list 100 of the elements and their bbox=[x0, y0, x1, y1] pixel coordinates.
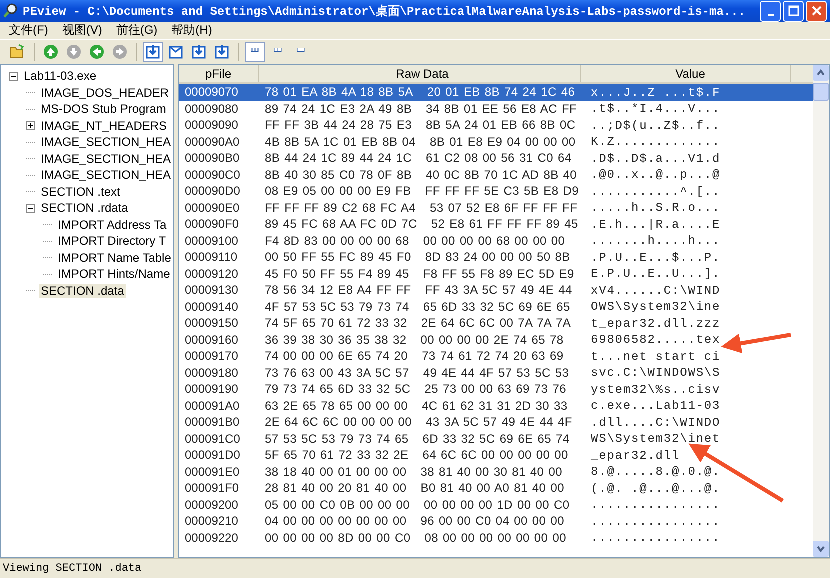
tree-item[interactable]: IMAGE_SECTION_HEA bbox=[39, 135, 173, 150]
value-cell: c.exe...Lab11-03 bbox=[591, 399, 721, 414]
maximize-icon bbox=[788, 5, 800, 17]
hex-cell: 89 74 24 1C E3 2A 49 8B bbox=[265, 102, 412, 116]
offset-cell-text: 00009160 bbox=[184, 332, 240, 347]
hex-cell: 38 81 40 00 30 81 40 00 bbox=[420, 464, 562, 479]
menu-item[interactable]: 视图(V) bbox=[57, 22, 108, 39]
close-button[interactable] bbox=[806, 0, 827, 22]
offset-cell-text: 000091B0 bbox=[184, 415, 241, 430]
hex-cell: 4F 57 53 5C 53 79 73 74 bbox=[265, 300, 410, 314]
hex-cell: 43 3A 5C 57 49 4E 44 4F bbox=[426, 415, 572, 430]
scroll-down-button[interactable] bbox=[813, 541, 829, 557]
value-cell: K.Z............. bbox=[591, 135, 721, 150]
column-header[interactable]: Value bbox=[581, 65, 791, 82]
value-cell: ................ bbox=[591, 531, 721, 546]
arrow-down-icon bbox=[66, 44, 82, 60]
toolbar-button[interactable] bbox=[41, 42, 61, 62]
hex-cell: 08 00 00 00 00 00 00 00 bbox=[424, 530, 566, 545]
expand-icon[interactable] bbox=[26, 121, 35, 130]
value-cell: t_epar32.dll.zzz bbox=[591, 316, 721, 331]
offset-cell-text: 00009190 bbox=[184, 382, 240, 396]
hex-cell: 64 6C 6C 00 00 00 00 00 bbox=[422, 448, 568, 462]
offset-cell-text: 00009090 bbox=[184, 118, 240, 132]
offset-cell-text: 000090E0 bbox=[184, 200, 241, 215]
tree-item[interactable]: IMPORT Name Table bbox=[56, 250, 173, 265]
toolbar-button[interactable] bbox=[245, 42, 265, 62]
status-text: Viewing SECTION .data bbox=[3, 562, 142, 574]
hex-cell: 8B 01 E8 E9 04 00 00 00 bbox=[430, 134, 576, 149]
offset-cell-text: 00009130 bbox=[184, 283, 240, 298]
offset-cell-text: 000091C0 bbox=[184, 432, 242, 446]
hex-cell: 2E 64 6C 6C 00 00 00 00 bbox=[265, 415, 412, 430]
hex-cell: 00 00 00 00 8D 00 00 C0 bbox=[265, 530, 411, 545]
offset-cell-text: 000091D0 bbox=[184, 448, 242, 462]
hex-cell: 61 C2 08 00 56 31 C0 64 bbox=[426, 151, 572, 166]
offset-cell-text: 000090C0 bbox=[184, 168, 242, 182]
magnifier-icon bbox=[3, 3, 19, 19]
tree-item[interactable]: SECTION .rdata bbox=[39, 201, 130, 216]
hex-cell: 36 39 38 30 36 35 38 32 bbox=[265, 332, 407, 347]
tree-item[interactable]: MS-DOS Stub Program bbox=[39, 102, 168, 116]
hex-cell: 25 73 00 00 63 69 73 76 bbox=[424, 382, 566, 396]
hex-cell: 38 18 40 00 01 00 00 00 bbox=[265, 464, 407, 479]
hex-cell: F8 FF 55 F8 89 EC 5D E9 bbox=[423, 266, 574, 281]
folder-icon bbox=[10, 44, 26, 60]
value-cell: .t$..*I.4...V... bbox=[591, 102, 721, 116]
hex-cell: 8D 83 24 00 00 00 50 8B bbox=[425, 250, 570, 264]
offset-cell-text: 000090D0 bbox=[184, 184, 242, 198]
maximize-button[interactable] bbox=[783, 0, 804, 22]
hex-cell: 00 50 FF 55 FC 89 45 F0 bbox=[265, 250, 412, 264]
minimize-button[interactable] bbox=[760, 0, 781, 22]
value-cell: svc.C:\WINDOWS\S bbox=[591, 366, 721, 380]
tree-item[interactable]: IMAGE_SECTION_HEA bbox=[39, 152, 173, 166]
hex-cell: 57 53 5C 53 79 73 74 65 bbox=[265, 432, 409, 446]
menu-item[interactable]: 帮助(H) bbox=[166, 22, 218, 39]
tree-item[interactable]: IMPORT Address Ta bbox=[56, 218, 169, 232]
scroll-up-button[interactable] bbox=[813, 65, 829, 81]
value-cell: ................ bbox=[591, 498, 721, 512]
tree-item[interactable]: IMAGE_SECTION_HEA bbox=[39, 168, 173, 182]
hex-cell: 4C 61 62 31 31 2D 30 33 bbox=[422, 398, 568, 413]
column-header[interactable]: pFile bbox=[179, 65, 259, 82]
menu-item[interactable]: 前往(G) bbox=[111, 22, 163, 39]
toolbar-button[interactable] bbox=[87, 42, 107, 62]
tree-item[interactable]: SECTION .text bbox=[39, 184, 122, 199]
column-header[interactable]: Raw Data bbox=[259, 65, 581, 82]
hex-cell: 53 07 52 E8 6F FF FF FF bbox=[430, 200, 578, 215]
tree-item[interactable]: Lab11-03.exe bbox=[22, 69, 99, 84]
hex-cell: F4 8D 83 00 00 00 00 68 bbox=[265, 234, 410, 248]
collapse-icon[interactable] bbox=[9, 72, 18, 81]
value-cell: ................ bbox=[591, 514, 721, 529]
value-cell: t...net start ci bbox=[591, 350, 721, 364]
chevron-down-icon bbox=[816, 544, 826, 554]
arrow-forward-icon bbox=[112, 44, 128, 60]
tree-item[interactable]: SECTION .data bbox=[39, 284, 126, 298]
offset-cell-text: 00009220 bbox=[184, 530, 240, 545]
value-cell: ...........^.[.. bbox=[591, 184, 721, 199]
tree-item[interactable]: IMAGE_NT_HEADERS bbox=[39, 118, 170, 133]
chevron-up-icon bbox=[816, 68, 826, 78]
hex-cell: 8B 40 30 85 C0 78 0F 8B bbox=[265, 168, 412, 182]
menu-item[interactable]: 文件(F) bbox=[4, 22, 54, 39]
tree-item[interactable]: IMPORT Directory T bbox=[56, 234, 168, 248]
tree-item[interactable]: IMPORT Hints/Name bbox=[56, 267, 172, 282]
selected-row[interactable]: 00009070 78 01 EA 8B 4A 18 8B 5A 20 01 EB 8B 74 24 1C 46 x...J..Z ...t$.F bbox=[179, 84, 813, 100]
hex-cell: FF 43 3A 5C 57 49 4E 44 bbox=[425, 283, 572, 298]
close-icon bbox=[810, 5, 822, 17]
value-cell: .P.U..E...$...P. bbox=[591, 250, 721, 265]
offset-cell-text: 00009170 bbox=[184, 349, 240, 364]
value-cell: 69806582.....tex bbox=[591, 333, 721, 348]
value-cell: .@0..x..@..p...@ bbox=[591, 168, 721, 182]
value-cell: xV4......C:\WIND bbox=[591, 284, 721, 298]
offset-cell-text: 00009080 bbox=[184, 102, 240, 116]
value-cell: E.P.U..E..U...]. bbox=[591, 267, 721, 282]
hex-cell: 89 45 FC 68 AA FC 0D 7C bbox=[265, 217, 418, 232]
arrow-back-icon bbox=[89, 44, 105, 60]
hex-cell: FF FF FF 5E C3 5B E8 D9 bbox=[425, 184, 580, 198]
tree-item[interactable]: IMAGE_DOS_HEADER bbox=[39, 86, 172, 100]
toolbar-button[interactable] bbox=[143, 42, 163, 62]
hex-cell: 4B 8B 5A 1C 01 EB 8B 04 bbox=[265, 134, 416, 149]
scroll-thumb[interactable] bbox=[813, 83, 829, 101]
collapse-icon[interactable] bbox=[26, 204, 35, 213]
hex-cell: 00 00 00 00 1D 00 00 C0 bbox=[424, 498, 570, 512]
download-icon bbox=[191, 44, 207, 60]
